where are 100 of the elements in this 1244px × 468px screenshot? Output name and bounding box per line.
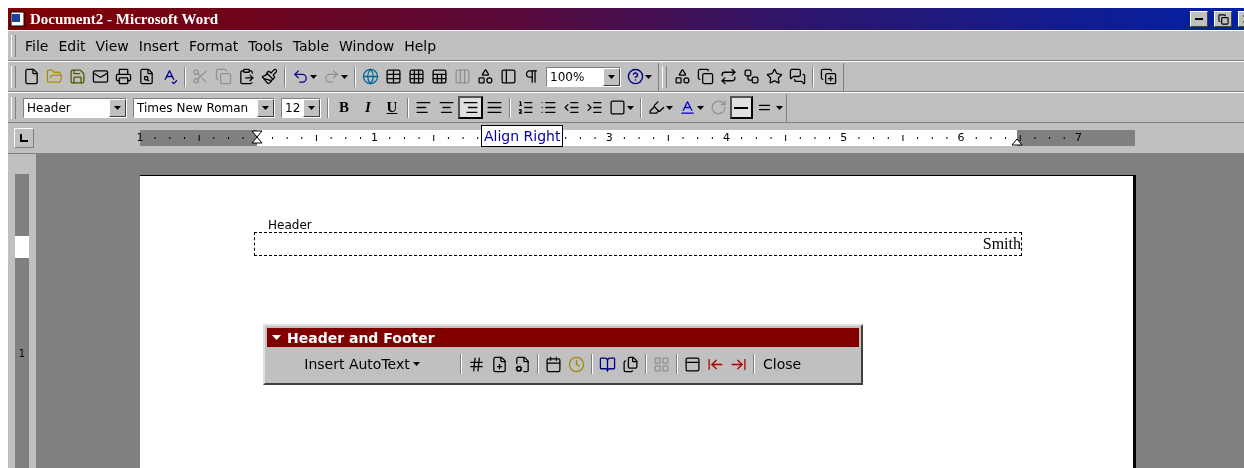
italic-button[interactable]: I (356, 96, 380, 119)
minimize-button[interactable] (1190, 11, 1208, 27)
insert-autotext-button[interactable]: Insert AutoText (267, 352, 457, 376)
header-area[interactable]: Smith (254, 232, 1022, 256)
font-size-dropdown[interactable]: 12 (281, 97, 321, 118)
page-count-icon (491, 355, 508, 373)
copy-icon (215, 68, 232, 85)
rotate-icon (710, 99, 727, 116)
menu-item[interactable]: Insert (133, 37, 184, 54)
ruler-number: 6 (957, 131, 965, 144)
numbered-list-icon (517, 99, 534, 116)
mail-icon (92, 68, 109, 85)
menu-item[interactable]: Help (399, 37, 442, 54)
window-title: Document2 - Microsoft Word (30, 10, 220, 28)
menu-item[interactable]: Table (287, 37, 334, 54)
font-color-icon (679, 99, 696, 116)
save-icon (69, 68, 86, 85)
tab-selector[interactable] (14, 128, 34, 148)
table-icon (408, 68, 425, 85)
dropdown-caret-icon (341, 74, 348, 79)
folder-icon (46, 68, 63, 85)
shapes-icon (477, 68, 494, 85)
dropdown-caret-icon (697, 105, 704, 110)
menu-item[interactable]: Tools (243, 37, 288, 54)
restore-button[interactable] (1214, 11, 1232, 27)
callout-icon (789, 68, 806, 85)
dropdown-caret-icon (262, 105, 269, 110)
ruler-number: 1 (18, 348, 26, 359)
page-number-icon (468, 355, 485, 373)
add-copy-icon (820, 68, 837, 85)
switch-header-icon (684, 355, 701, 373)
justify-icon (486, 99, 503, 116)
ruler-margin-segment (15, 236, 29, 258)
menu-triangle-icon[interactable] (272, 335, 281, 340)
ruler-number: 4 (723, 131, 730, 144)
document-icon (10, 11, 26, 27)
undo-icon (292, 68, 309, 85)
magnifier-page-icon (138, 68, 155, 85)
grid-icon (653, 355, 670, 373)
menu-item[interactable]: File (20, 37, 54, 54)
header-text: Smith (982, 235, 1021, 253)
dropdown-caret-icon (412, 362, 420, 366)
align-left-icon (415, 99, 432, 116)
ruler-number: 1 (371, 131, 379, 144)
toolbar-button[interactable] (458, 96, 483, 119)
menu-item[interactable]: Window (334, 37, 400, 54)
swap-arrows-icon (720, 68, 737, 85)
ruler-number: 1 (136, 131, 144, 144)
paintbrush-icon (261, 68, 278, 85)
dropdown-caret-icon (308, 105, 315, 110)
page-format-icon (514, 355, 531, 373)
dropdown-caret-icon (645, 74, 652, 79)
calendar-icon (545, 355, 562, 373)
duplicate-icon (697, 68, 714, 85)
star-icon (766, 68, 783, 85)
shapes-icon (674, 68, 691, 85)
spreadsheet-icon (431, 68, 448, 85)
underline-button[interactable]: U (380, 96, 404, 119)
ruler-number: 7 (1074, 131, 1082, 144)
increase-indent-icon (586, 99, 603, 116)
align-right-icon (462, 99, 479, 116)
book-icon (599, 355, 616, 373)
dropdown-caret-icon (310, 74, 317, 79)
toolbar-title: Header and Footer (287, 329, 435, 346)
minimize-icon (1195, 18, 1203, 20)
restore-icon (1217, 13, 1229, 25)
redo-icon (323, 68, 340, 85)
tooltip: Align Right (481, 125, 564, 147)
printer-icon (115, 68, 132, 85)
globe-icon (362, 68, 379, 85)
close-button[interactable]: Close (758, 352, 807, 376)
dropdown-caret-icon (114, 105, 121, 110)
left-tab-icon (20, 134, 28, 142)
ruler-number: 5 (840, 131, 848, 144)
scissors-icon (192, 68, 209, 85)
toolbar-button[interactable] (730, 96, 753, 119)
menu-item[interactable]: Format (183, 37, 244, 54)
decrease-indent-icon (563, 99, 580, 116)
zoom-dropdown[interactable]: 100% (546, 66, 621, 87)
border-icon (609, 99, 626, 116)
dropdown-caret-icon (666, 105, 673, 110)
clipboard-icon (238, 68, 255, 85)
highlighter-icon (648, 99, 665, 116)
style-dropdown[interactable]: Header (23, 97, 127, 118)
columns-icon (454, 68, 471, 85)
menu-item[interactable]: View (90, 37, 134, 54)
font-dropdown[interactable]: Times New Roman (133, 97, 275, 118)
help-icon (627, 68, 644, 85)
single-line-icon (734, 106, 748, 109)
bold-button[interactable]: B (332, 96, 356, 119)
header-label: Header (268, 218, 312, 232)
page-icon (23, 68, 40, 85)
dropdown-caret-icon (608, 74, 615, 79)
bullet-list-icon (540, 99, 557, 116)
dropdown-caret-icon (776, 105, 783, 110)
menu-item[interactable]: Edit (53, 37, 91, 54)
align-center-icon (438, 99, 455, 116)
ruler-number: 3 (605, 131, 613, 144)
flowchart-icon (743, 68, 760, 85)
dropdown-caret-icon (627, 105, 634, 110)
